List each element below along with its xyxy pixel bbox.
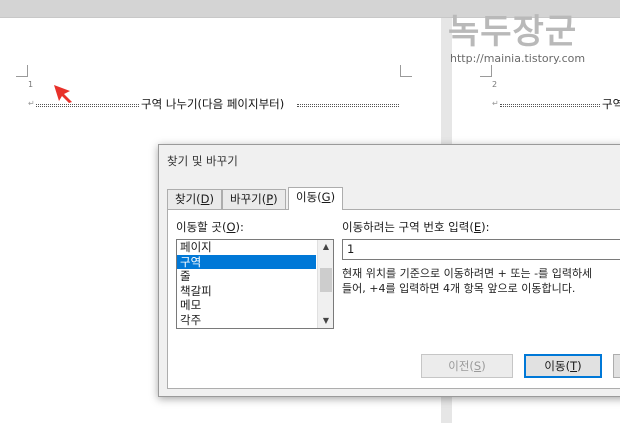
list-item-footnote[interactable]: 각주 <box>177 313 316 328</box>
crop-mark-top-left <box>480 65 492 77</box>
watermark-url: http://mainia.tistory.com <box>450 52 586 65</box>
previous-button[interactable]: 이전(S) <box>421 354 513 378</box>
tab-replace[interactable]: 바꾸기(P) <box>222 189 286 209</box>
section-break-label: 구역 <box>602 97 620 111</box>
paragraph-mark-icon: ↵ <box>28 99 35 108</box>
goto-button[interactable]: 이동(T) <box>524 354 602 378</box>
listbox-scrollbar[interactable]: ▲ ▼ <box>317 240 333 328</box>
scroll-up-arrow-icon[interactable]: ▲ <box>318 240 333 254</box>
help-text-line-1: 현재 위치를 기준으로 이동하려면 + 또는 -를 입력하세 <box>342 267 593 280</box>
page-number-mark: 1 <box>28 80 34 89</box>
section-break-line-right <box>297 104 399 107</box>
section-break-label: 구역 나누기(다음 페이지부터) <box>141 97 285 111</box>
find-replace-dialog: 찾기 및 바꾸기 찾기(D) 바꾸기(P) 이동(G) 이동할 곳(O): 페이… <box>158 144 620 397</box>
section-break-line <box>500 104 600 107</box>
paragraph-mark-icon: ↵ <box>492 99 499 108</box>
list-item-line[interactable]: 줄 <box>177 269 316 284</box>
list-item-comment[interactable]: 메모 <box>177 298 316 313</box>
dialog-title: 찾기 및 바꾸기 <box>167 154 238 168</box>
section-number-input[interactable]: 1 <box>342 239 620 260</box>
list-item-page[interactable]: 페이지 <box>177 240 316 255</box>
list-item-section[interactable]: 구역 <box>177 254 316 269</box>
help-text: 현재 위치를 기준으로 이동하려면 + 또는 -를 입력하세 들어, +4를 입… <box>342 266 620 296</box>
enter-number-label: 이동하려는 구역 번호 입력(E): <box>342 220 490 234</box>
goto-what-listbox[interactable]: 페이지 구역 줄 책갈피 메모 각주 ▲ ▼ <box>176 239 334 329</box>
goto-tab-panel: 이동할 곳(O): 페이지 구역 줄 책갈피 메모 각주 ▲ ▼ 이동하려는 구… <box>167 209 620 389</box>
crop-mark-top-left <box>16 65 28 77</box>
close-button[interactable] <box>613 354 620 378</box>
section-break-line-left <box>36 104 139 107</box>
page-number-mark: 2 <box>492 80 498 89</box>
crop-mark-top-right <box>400 65 412 77</box>
list-item-bookmark[interactable]: 책갈피 <box>177 284 316 299</box>
help-text-line-2: 들어, +4를 입력하면 4개 항목 앞으로 이동합니다. <box>342 282 576 295</box>
goto-what-label: 이동할 곳(O): <box>176 220 244 234</box>
scroll-thumb[interactable] <box>320 268 332 292</box>
red-arrow-icon <box>54 85 72 103</box>
tab-goto[interactable]: 이동(G) <box>288 187 344 210</box>
tab-find[interactable]: 찾기(D) <box>167 189 223 209</box>
watermark-title: 녹두장군 <box>448 12 578 52</box>
scroll-down-arrow-icon[interactable]: ▼ <box>318 314 333 328</box>
